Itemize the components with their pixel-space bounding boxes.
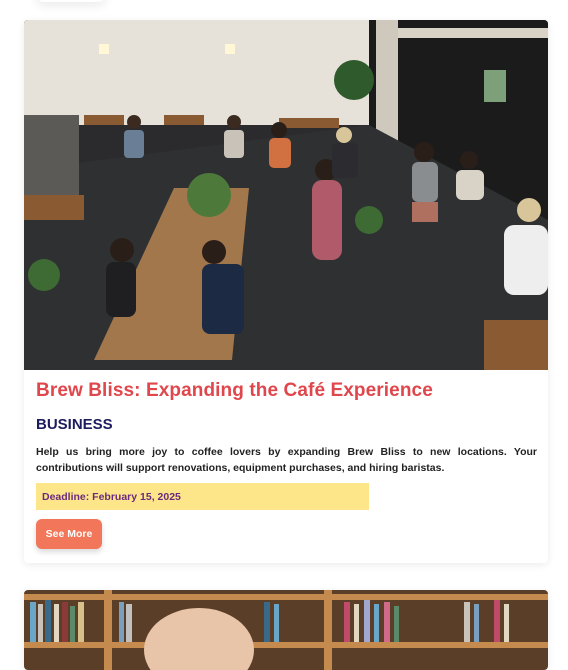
cafe-photo	[24, 20, 548, 370]
deadline-text: Deadline: February 15, 2025	[42, 490, 181, 503]
campaign-card: Brew Bliss: Expanding the Café Experienc…	[24, 20, 548, 563]
deadline-badge: Deadline: February 15, 2025	[36, 483, 369, 510]
see-more-button[interactable]: See More	[36, 519, 102, 549]
previous-card-edge	[36, 0, 106, 2]
campaign-card-next	[24, 590, 548, 670]
campaign-title[interactable]: Brew Bliss: Expanding the Café Experienc…	[36, 380, 433, 402]
campaign-description: Help us bring more joy to coffee lovers …	[36, 446, 537, 474]
campaign-category: BUSINESS	[36, 416, 113, 433]
library-photo	[24, 590, 548, 670]
